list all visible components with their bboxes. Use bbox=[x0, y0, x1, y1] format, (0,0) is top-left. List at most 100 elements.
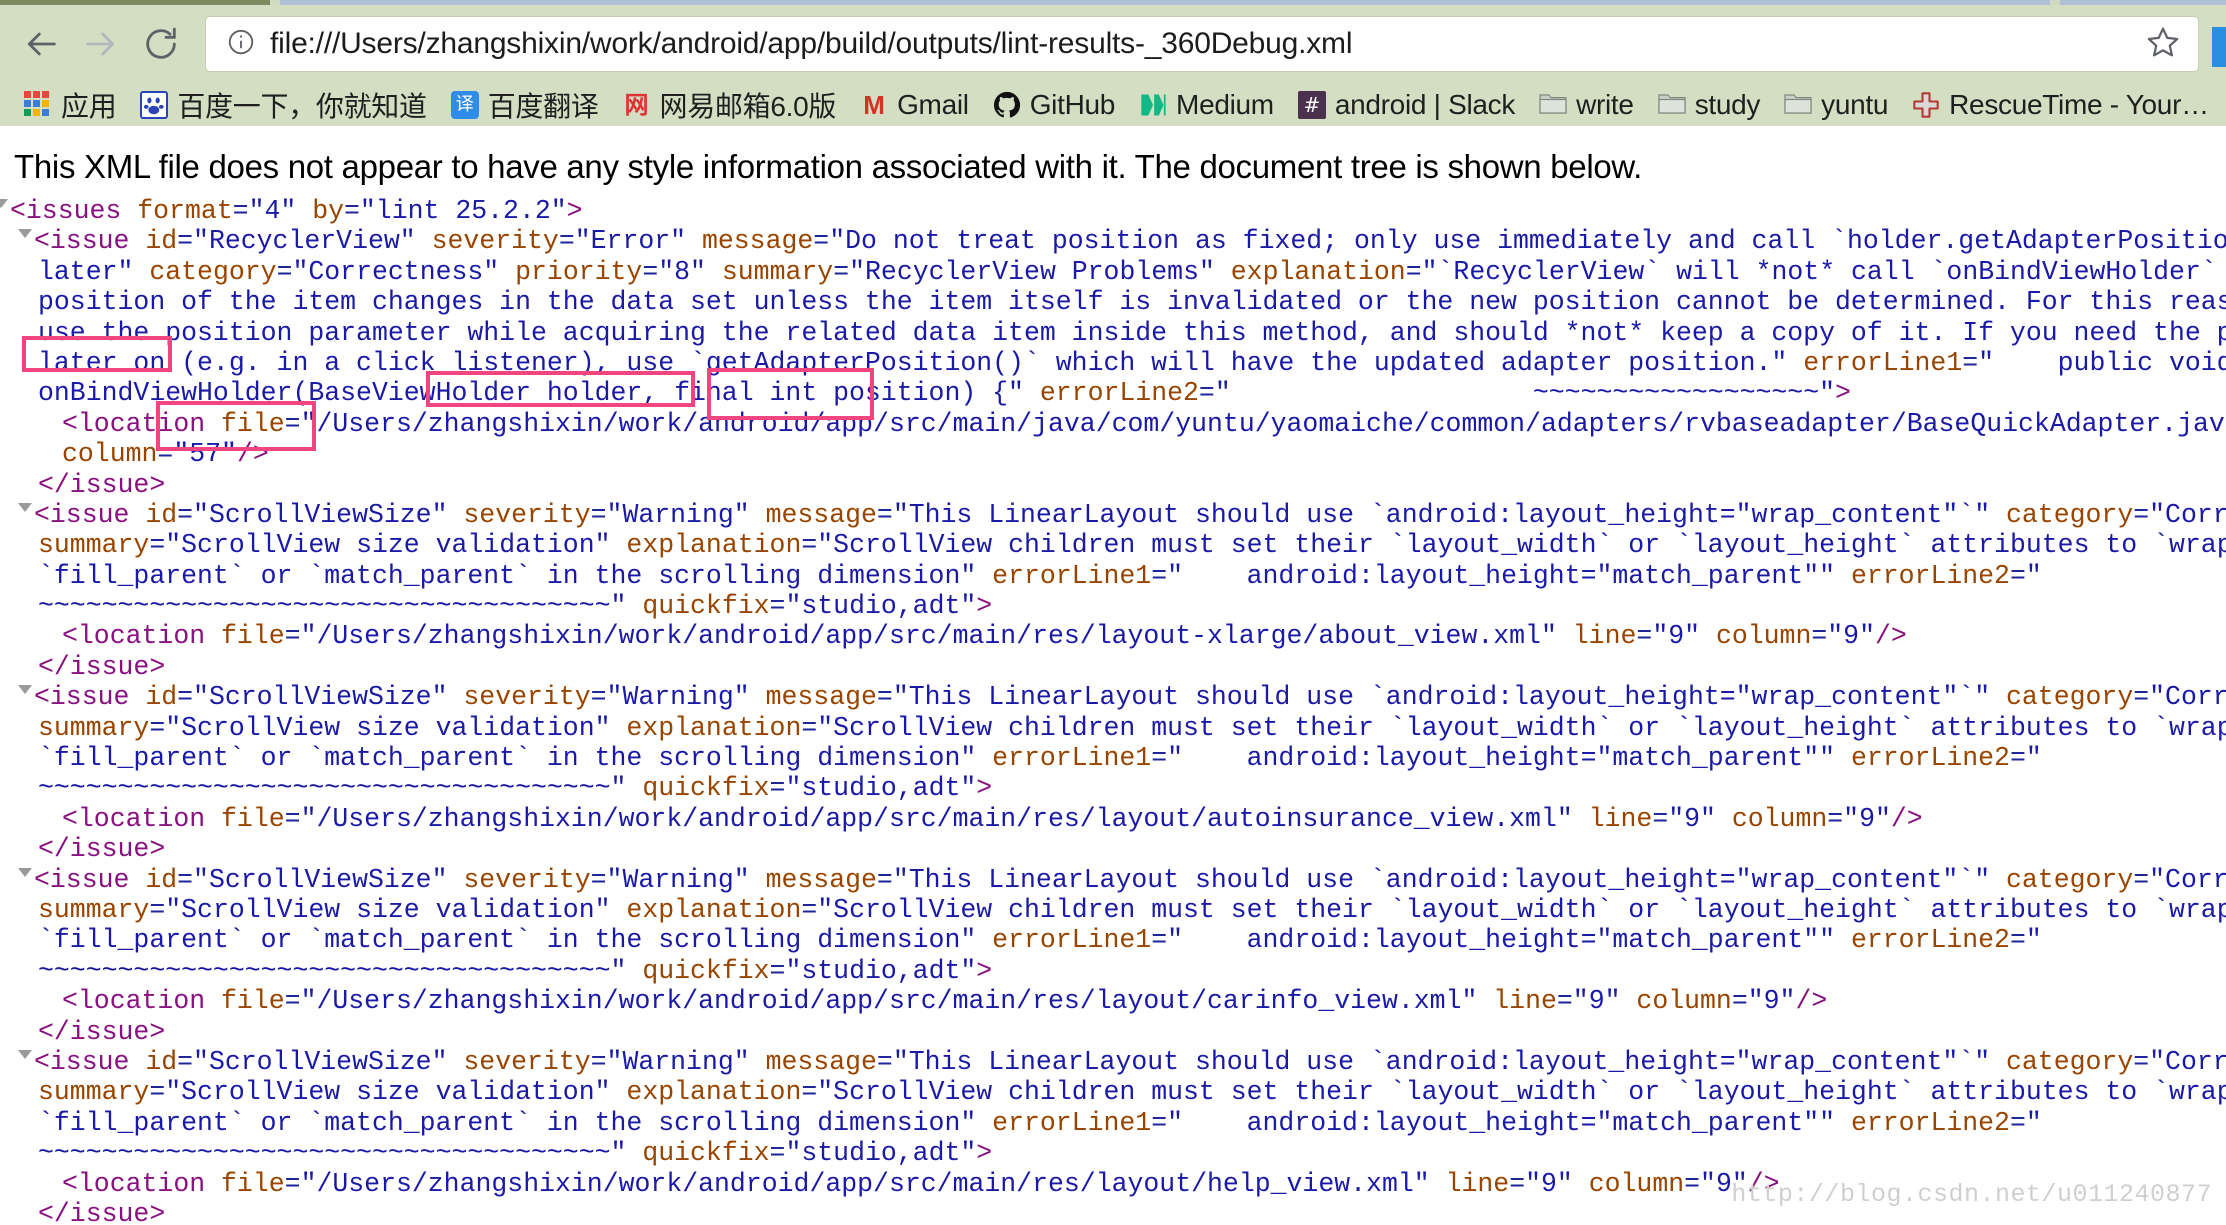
xml-punctuation bbox=[1990, 500, 2006, 530]
bookmark-label: GitHub bbox=[1030, 89, 1115, 121]
xml-tag: </issue> bbox=[38, 1017, 165, 1047]
xml-punctuation bbox=[1990, 865, 2006, 895]
xml-punctuation: = bbox=[177, 226, 193, 256]
xml-tag: <issue bbox=[34, 865, 129, 895]
xml-attribute-name: file bbox=[221, 986, 285, 1016]
xml-punctuation: = bbox=[2133, 1047, 2149, 1077]
forward-button[interactable] bbox=[74, 17, 128, 71]
expand-collapse-triangle-icon[interactable] bbox=[18, 1050, 32, 1066]
expand-collapse-triangle-icon[interactable] bbox=[0, 199, 8, 215]
rescuetime-icon bbox=[1912, 91, 1940, 119]
xml-attribute-value: "Warning" bbox=[607, 500, 750, 530]
xml-attribute-name: id bbox=[145, 1047, 177, 1077]
xml-attribute-value: later on (e.g. in a click listener), use… bbox=[38, 348, 1787, 378]
bookmark-item[interactable]: study bbox=[1648, 86, 1770, 124]
xml-attribute-value: "This LinearLayout should use `android:l… bbox=[893, 1047, 1990, 1077]
xml-tag: </issue> bbox=[38, 470, 165, 500]
xml-punctuation: = bbox=[1509, 1169, 1525, 1199]
xml-attribute-value: "RecyclerView" bbox=[193, 226, 416, 256]
url-text[interactable]: file:///Users/zhangshixin/work/android/a… bbox=[270, 27, 2134, 61]
bookmark-item[interactable]: write bbox=[1529, 86, 1644, 124]
bookmark-label: 百度翻译 bbox=[488, 85, 599, 125]
xml-attribute-value: "This LinearLayout should use `android:l… bbox=[893, 865, 1990, 895]
xml-tag: > bbox=[976, 773, 992, 803]
xml-punctuation: = bbox=[1151, 743, 1167, 773]
bookmark-item[interactable]: 百度一下，你就知道 bbox=[130, 86, 436, 124]
xml-tag: <issue bbox=[34, 226, 129, 256]
xml-line: </issue> bbox=[0, 1017, 2226, 1047]
xml-attribute-name: errorLine2 bbox=[1851, 743, 2010, 773]
back-button[interactable] bbox=[14, 17, 68, 71]
bookmark-item[interactable]: GitHub bbox=[983, 86, 1125, 124]
xml-attribute-name: quickfix bbox=[642, 591, 769, 621]
xml-attribute-name: category bbox=[149, 257, 276, 287]
xml-line: summary="ScrollView size validation" exp… bbox=[0, 895, 2226, 925]
xml-punctuation bbox=[205, 804, 221, 834]
bookmark-item[interactable]: MGmail bbox=[850, 86, 979, 124]
expand-collapse-triangle-icon[interactable] bbox=[18, 503, 32, 519]
expand-collapse-triangle-icon[interactable] bbox=[18, 229, 32, 245]
xml-punctuation: = bbox=[177, 682, 193, 712]
reload-button[interactable] bbox=[134, 17, 188, 71]
xml-line: <issue id="ScrollViewSize" severity="War… bbox=[0, 865, 2226, 895]
xml-attribute-value: "studio,adt" bbox=[785, 773, 976, 803]
xml-line: ~~~~~~~~~~~~~~~~~~~~~~~~~~~~~~~~~~~~" qu… bbox=[0, 1138, 2226, 1168]
xml-attribute-value: "/Users/zhangshixin/work/android/app/src… bbox=[301, 986, 1478, 1016]
xml-punctuation: = bbox=[877, 682, 893, 712]
xml-attribute-value: "Warning" bbox=[607, 1047, 750, 1077]
xml-attribute-name: errorLine1 bbox=[1803, 348, 1962, 378]
xml-punctuation bbox=[1716, 804, 1732, 834]
bookmark-item[interactable]: Medium bbox=[1129, 86, 1284, 124]
xml-punctuation: = bbox=[591, 682, 607, 712]
xml-attribute-name: errorLine1 bbox=[992, 1108, 1151, 1138]
xml-attribute-value: "ScrollView children must set their `lay… bbox=[817, 895, 2226, 925]
xml-attribute-value: "9" bbox=[1748, 986, 1796, 1016]
xml-punctuation bbox=[626, 591, 642, 621]
bookmark-item[interactable]: RescueTime - Your… bbox=[1902, 86, 2219, 124]
xml-attribute-value: "ScrollView size validation" bbox=[165, 713, 610, 743]
xml-attribute-value: "ScrollView children must set their `lay… bbox=[817, 713, 2226, 743]
xml-punctuation bbox=[1621, 986, 1637, 1016]
xml-attribute-name: line bbox=[1446, 1169, 1510, 1199]
bookmark-item[interactable]: 网网易邮箱6.0版 bbox=[613, 86, 847, 124]
xml-punctuation bbox=[448, 865, 464, 895]
xml-punctuation: = bbox=[801, 530, 817, 560]
expand-collapse-triangle-icon[interactable] bbox=[18, 685, 32, 701]
xml-punctuation: = bbox=[591, 500, 607, 530]
xml-punctuation bbox=[1573, 804, 1589, 834]
xml-attribute-name: message bbox=[766, 682, 877, 712]
xml-attribute-name: column bbox=[1716, 621, 1811, 651]
xml-attribute-value: later" bbox=[38, 257, 133, 287]
bookmark-item[interactable]: #android | Slack bbox=[1288, 86, 1525, 124]
medium-icon bbox=[1139, 91, 1167, 119]
bookmark-item[interactable]: 应用 bbox=[14, 86, 126, 124]
xml-attribute-value: "9" bbox=[1652, 621, 1700, 651]
bookmark-item[interactable]: yuntu bbox=[1774, 86, 1898, 124]
xml-punctuation: = bbox=[233, 196, 249, 226]
xml-attribute-value: "studio,adt" bbox=[785, 591, 976, 621]
xml-punctuation: = bbox=[177, 1047, 193, 1077]
xml-punctuation bbox=[1990, 682, 2006, 712]
xml-attribute-name: explanation bbox=[626, 895, 801, 925]
xml-punctuation bbox=[611, 1077, 627, 1107]
xml-attribute-name: message bbox=[766, 500, 877, 530]
xml-punctuation: = bbox=[1557, 986, 1573, 1016]
bookmark-item[interactable]: 译百度翻译 bbox=[441, 86, 609, 124]
xml-attribute-value: "`RecyclerView` will *not* call `onBindV… bbox=[1422, 257, 2226, 287]
star-bookmark-icon[interactable] bbox=[2146, 25, 2180, 64]
xml-punctuation bbox=[976, 925, 992, 955]
xml-attribute-name: id bbox=[145, 500, 177, 530]
xml-punctuation bbox=[1573, 1169, 1589, 1199]
xml-attribute-value: "9" bbox=[1573, 986, 1621, 1016]
netease-mail-icon: 网 bbox=[623, 91, 651, 119]
xml-punctuation: = bbox=[2133, 500, 2149, 530]
back-arrow-icon bbox=[21, 24, 61, 64]
address-bar[interactable]: file:///Users/zhangshixin/work/android/a… bbox=[206, 17, 2198, 71]
xml-attribute-value: "RecyclerView Problems" bbox=[849, 257, 1215, 287]
xml-attribute-name: summary bbox=[722, 257, 833, 287]
xml-punctuation bbox=[296, 196, 312, 226]
info-circle-icon[interactable] bbox=[226, 27, 256, 62]
xml-line: <issue id="ScrollViewSize" severity="War… bbox=[0, 1047, 2226, 1077]
expand-collapse-triangle-icon[interactable] bbox=[18, 868, 32, 884]
xml-attribute-value: `fill_parent` or `match_parent` in the s… bbox=[38, 561, 976, 591]
